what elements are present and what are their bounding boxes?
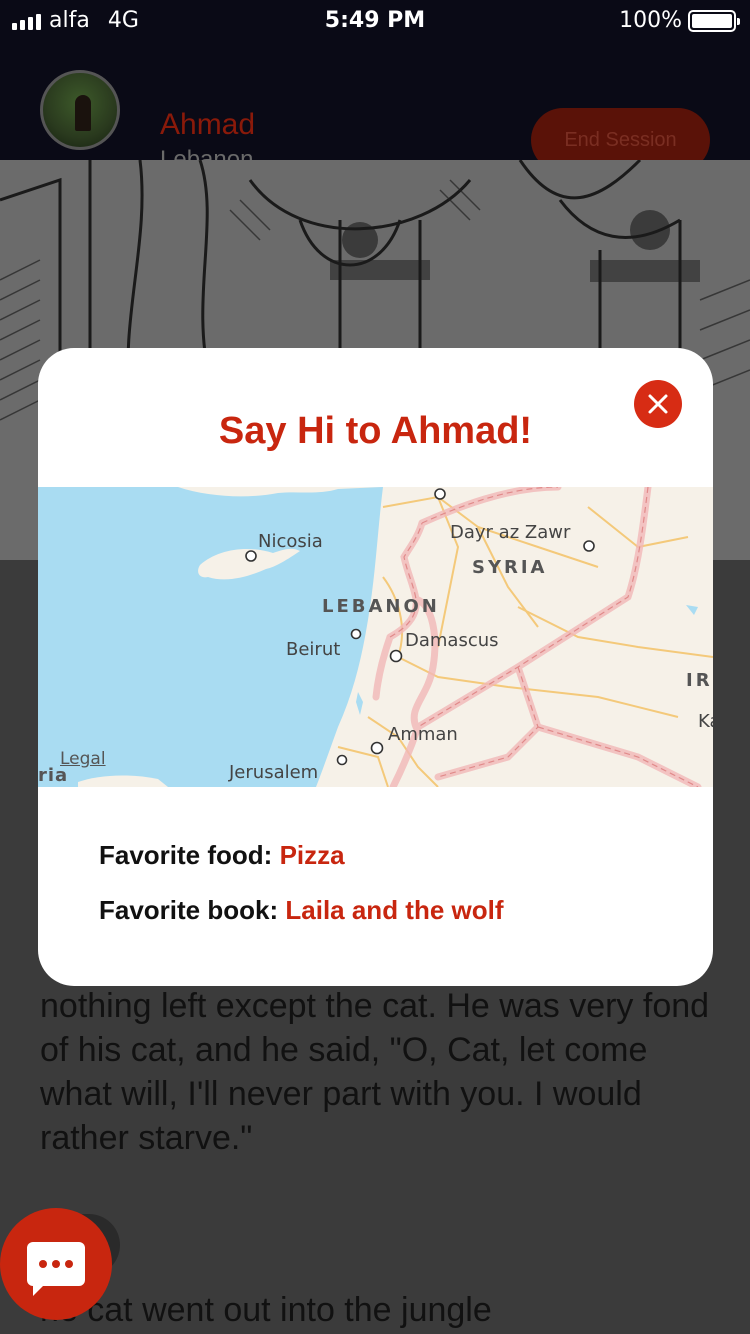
close-button[interactable] bbox=[634, 380, 682, 428]
modal-title: Say Hi to Ahmad! bbox=[218, 410, 533, 452]
map-label-syria: SYRIA bbox=[472, 557, 548, 578]
user-name: Ahmad bbox=[160, 108, 256, 141]
chat-icon bbox=[27, 1242, 85, 1296]
map-label-beirut: Beirut bbox=[286, 639, 341, 660]
map-legal-link[interactable]: Legal bbox=[60, 749, 106, 769]
favorite-food-value: Pizza bbox=[279, 840, 345, 870]
favorite-food-label: Favorite food: bbox=[99, 840, 273, 870]
map-label-amman: Amman bbox=[388, 724, 458, 745]
favorite-book-label: Favorite book: bbox=[99, 895, 279, 925]
map-label-dayr: Dayr az Zawr bbox=[450, 522, 571, 543]
map-label-ka: Ka bbox=[698, 711, 713, 732]
favorite-book: Favorite book: Laila and the wolf bbox=[99, 895, 504, 926]
profile-modal: Say Hi to Ahmad! Nicosia Dayr az Zawr SY… bbox=[38, 348, 713, 986]
battery-percent: 100% bbox=[619, 8, 682, 33]
story-next-line: he cat went out into the jungle bbox=[40, 1291, 492, 1329]
map-label-lebanon: LEBANON bbox=[322, 596, 440, 617]
map-label-damascus: Damascus bbox=[405, 630, 499, 651]
chat-button[interactable] bbox=[0, 1208, 112, 1320]
status-right: 100% bbox=[619, 8, 740, 33]
battery-icon bbox=[688, 9, 740, 32]
story-paragraph: nothing left except the cat. He was very… bbox=[40, 987, 710, 1157]
session-header: Ahmad Lebanon End Session bbox=[0, 40, 750, 173]
location-map[interactable]: Nicosia Dayr az Zawr SYRIA LEBANON Beiru… bbox=[38, 487, 713, 787]
status-bar: alfa 4G 5:49 PM 100% bbox=[0, 0, 750, 40]
map-label-ir: IR bbox=[686, 670, 713, 691]
favorite-book-value: Laila and the wolf bbox=[285, 895, 504, 925]
map-label-nicosia: Nicosia bbox=[258, 531, 323, 552]
close-icon bbox=[648, 394, 668, 414]
favorite-food: Favorite food: Pizza bbox=[99, 840, 345, 871]
avatar[interactable] bbox=[40, 70, 120, 150]
map-label-jerusalem: Jerusalem bbox=[229, 762, 319, 783]
